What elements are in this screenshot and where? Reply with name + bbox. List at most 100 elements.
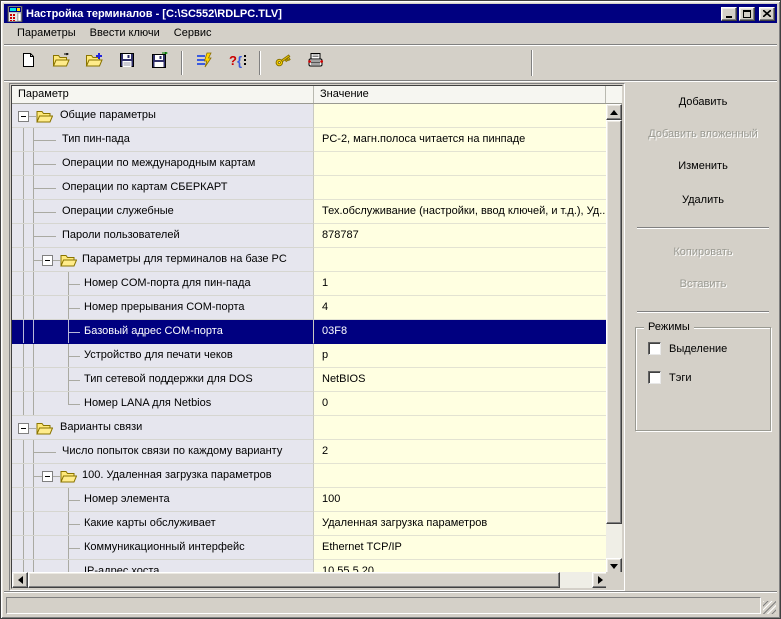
param-cell[interactable]: Операции служебные — [12, 200, 314, 224]
column-header-value[interactable]: Значение — [314, 86, 606, 103]
param-label: Номер LANA для Netbios — [84, 397, 212, 409]
action-button-1[interactable]: Добавить — [633, 91, 773, 113]
vertical-scroll-thumb[interactable] — [606, 120, 622, 524]
value-cell[interactable] — [314, 176, 608, 200]
param-label: Тип сетевой поддержки для DOS — [84, 373, 253, 385]
column-header-param[interactable]: Параметр — [12, 86, 314, 103]
tree-row[interactable]: Какие карты обслуживает Удаленная загрузк… — [12, 512, 608, 536]
tree-line — [23, 248, 24, 271]
value-cell[interactable]: 878787 — [314, 224, 608, 248]
value-cell[interactable] — [314, 248, 608, 272]
menu-item-2[interactable]: Ввести ключи — [83, 25, 167, 41]
param-cell[interactable]: Тип сетевой поддержки для DOS — [12, 368, 314, 392]
tree-row[interactable]: Тип пин-пада PC-2, магн.полоса читается н… — [12, 128, 608, 152]
param-cell[interactable]: Варианты связи — [12, 416, 314, 440]
value-cell[interactable]: Тех.обслуживание (настройки, ввод ключей… — [314, 200, 608, 224]
folder-icon — [60, 470, 78, 487]
tree-row[interactable]: Операции служебные Тех.обслуживание (наст… — [12, 200, 608, 224]
param-cell[interactable]: Базовый адрес COM-порта — [12, 320, 314, 344]
expand-toggle[interactable] — [42, 255, 53, 266]
action-button-4[interactable]: Удалить — [633, 189, 773, 211]
value-cell[interactable]: Ethernet TCP/IP — [314, 536, 608, 560]
param-cell[interactable]: Общие параметры — [12, 104, 314, 128]
value-cell[interactable]: Удаленная загрузка параметров — [314, 512, 608, 536]
minimize-button[interactable] — [721, 6, 737, 21]
value-cell[interactable]: p — [314, 344, 608, 368]
expand-toggle[interactable] — [18, 423, 29, 434]
param-cell[interactable]: Устройство для печати чеков — [12, 344, 314, 368]
param-cell[interactable]: Номер LANA для Netbios — [12, 392, 314, 416]
checkbox-1[interactable] — [648, 342, 661, 355]
tree-row[interactable]: Номер COM-порта для пин-пада 1 — [12, 272, 608, 296]
param-cell[interactable]: Тип пин-пада — [12, 128, 314, 152]
action-button-3[interactable]: Изменить — [633, 155, 773, 177]
value-cell[interactable]: PC-2, магн.полоса читается на пинпаде — [314, 128, 608, 152]
list-lightning-icon — [196, 52, 213, 73]
help-keys-button[interactable]: ?{ — [224, 50, 251, 76]
open-file-button[interactable] — [47, 50, 74, 76]
vertical-scrollbar[interactable] — [606, 104, 622, 574]
horizontal-scroll-thumb[interactable] — [28, 572, 560, 588]
value-cell[interactable]: 4 — [314, 296, 608, 320]
expand-toggle[interactable] — [18, 111, 29, 122]
keys-button[interactable] — [269, 50, 296, 76]
tree-row[interactable]: Операции по картам СБЕРКАРТ — [12, 176, 608, 200]
value-cell[interactable] — [314, 104, 608, 128]
tree-row[interactable]: Базовый адрес COM-порта 03F8 — [12, 320, 608, 344]
expand-toggle[interactable] — [42, 471, 53, 482]
tree-row[interactable]: Номер элемента 100 — [12, 488, 608, 512]
tree-row[interactable]: Общие параметры — [12, 104, 608, 128]
param-cell[interactable]: Номер прерывания COM-порта — [12, 296, 314, 320]
tree-row[interactable]: Номер прерывания COM-порта 4 — [12, 296, 608, 320]
tree-tick — [33, 452, 56, 453]
maximize-button[interactable] — [739, 6, 755, 21]
param-cell[interactable]: Операции по международным картам — [12, 152, 314, 176]
param-cell[interactable]: Номер COM-порта для пин-пада — [12, 272, 314, 296]
apply-list-button[interactable] — [191, 50, 218, 76]
value-cell[interactable]: 100 — [314, 488, 608, 512]
tree-row[interactable]: Устройство для печати чеков p — [12, 344, 608, 368]
value-cell[interactable] — [314, 152, 608, 176]
value-cell[interactable]: 2 — [314, 440, 608, 464]
value-cell[interactable]: 1 — [314, 272, 608, 296]
value-cell[interactable] — [314, 416, 608, 440]
param-cell[interactable]: Число попыток связи по каждому варианту — [12, 440, 314, 464]
tree-row[interactable]: Операции по международным картам — [12, 152, 608, 176]
value-cell[interactable]: NetBIOS — [314, 368, 608, 392]
param-cell[interactable]: 100. Удаленная загрузка параметров — [12, 464, 314, 488]
checkbox-row: Выделение — [648, 342, 770, 355]
tree-row[interactable]: Варианты связи — [12, 416, 608, 440]
open-add-button[interactable] — [80, 50, 107, 76]
value-cell[interactable]: 03F8 — [314, 320, 608, 344]
tree-row[interactable]: Пароли пользователей 878787 — [12, 224, 608, 248]
new-file-button[interactable] — [14, 50, 41, 76]
close-button[interactable] — [759, 6, 775, 21]
resize-grip[interactable] — [763, 601, 776, 614]
param-label: Какие карты обслуживает — [84, 517, 216, 529]
horizontal-scrollbar[interactable] — [12, 572, 608, 588]
menu-item-3[interactable]: Сервис — [167, 25, 219, 41]
tree-row[interactable]: 100. Удаленная загрузка параметров — [12, 464, 608, 488]
checkbox-2[interactable] — [648, 371, 661, 384]
param-cell[interactable]: Какие карты обслуживает — [12, 512, 314, 536]
param-cell[interactable]: Пароли пользователей — [12, 224, 314, 248]
save-as-button[interactable] — [146, 50, 173, 76]
action-button-2: Добавить вложенный — [648, 128, 758, 140]
tree-row[interactable]: Параметры для терминалов на базе PC — [12, 248, 608, 272]
tree-row[interactable]: Номер LANA для Netbios 0 — [12, 392, 608, 416]
tree-row[interactable]: Число попыток связи по каждому варианту 2 — [12, 440, 608, 464]
param-cell[interactable]: Параметры для терминалов на базе PC — [12, 248, 314, 272]
param-cell[interactable]: Номер элемента — [12, 488, 314, 512]
tree-row[interactable]: Коммуникационный интерфейс Ethernet TCP/I… — [12, 536, 608, 560]
device-button[interactable] — [302, 50, 329, 76]
param-cell[interactable]: Операции по картам СБЕРКАРТ — [12, 176, 314, 200]
tree-row[interactable]: Тип сетевой поддержки для DOS NetBIOS — [12, 368, 608, 392]
menu-item-1[interactable]: Параметры — [10, 25, 83, 41]
value-cell[interactable]: 0 — [314, 392, 608, 416]
save-button[interactable] — [113, 50, 140, 76]
param-cell[interactable]: Коммуникационный интерфейс — [12, 536, 314, 560]
scroll-up-button[interactable] — [606, 104, 622, 120]
scroll-left-button[interactable] — [12, 572, 28, 588]
tree-tick — [68, 332, 80, 333]
value-cell[interactable] — [314, 464, 608, 488]
